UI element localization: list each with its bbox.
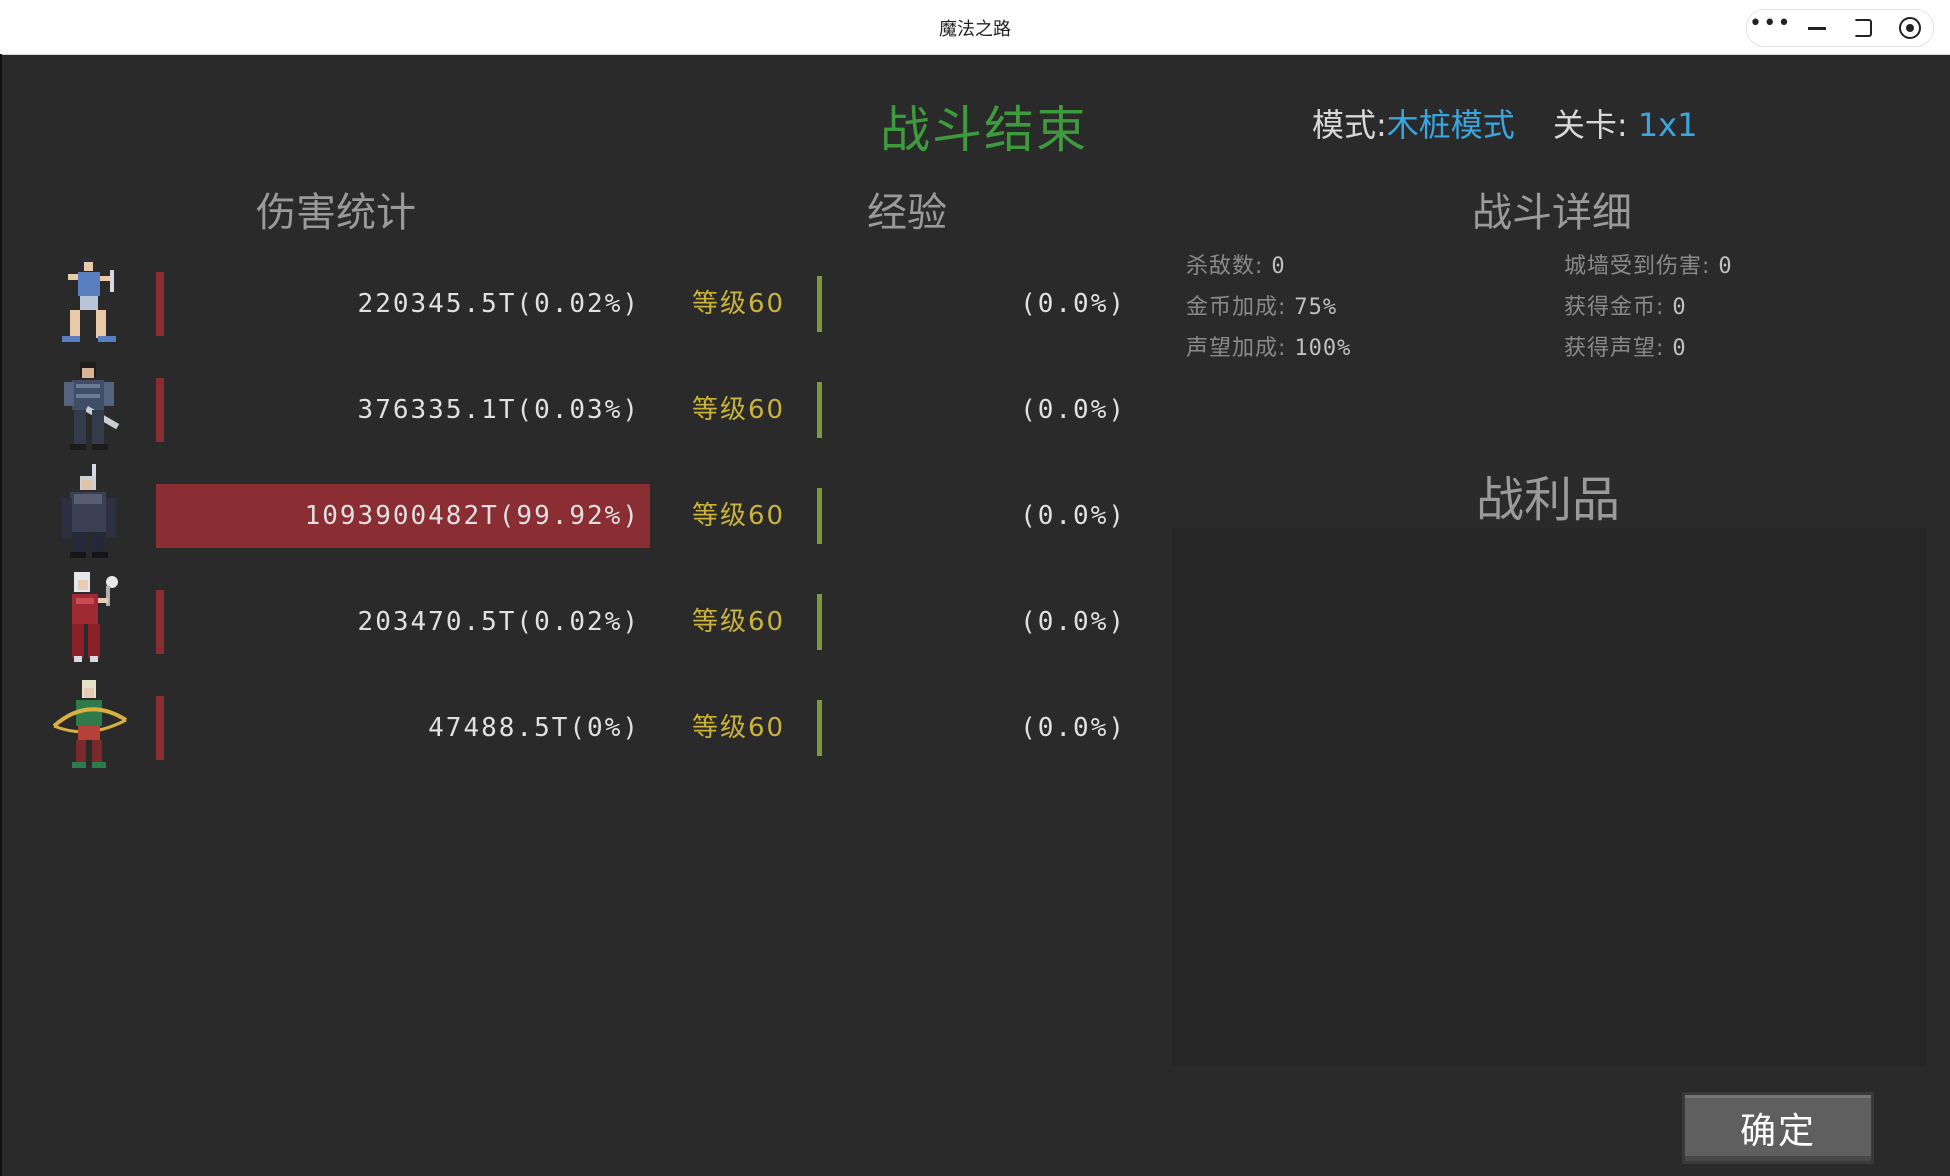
- level-label: 等级60: [692, 289, 786, 319]
- knight-icon: [64, 362, 120, 450]
- fame-gained-stat: 获得声望: 0: [1564, 330, 1687, 362]
- exp-value: (0.0%): [1020, 713, 1126, 743]
- level-label: 等级60: [692, 501, 786, 531]
- window-titlebar: 魔法之路 •••: [0, 0, 1950, 55]
- loot-panel: [1172, 528, 1926, 1066]
- close-target-icon[interactable]: [1892, 13, 1928, 43]
- wall-damage-label: 城墙受到伤害:: [1564, 254, 1711, 279]
- damage-stats-heading: 伤害统计: [256, 190, 416, 236]
- kills-stat: 杀敌数: 0: [1186, 248, 1286, 280]
- fame-bonus-stat: 声望加成: 100%: [1186, 330, 1351, 362]
- battle-details-heading: 战斗详细: [1472, 190, 1632, 236]
- gold-gained-stat: 获得金币: 0: [1564, 289, 1687, 321]
- damage-value: 376335.1T(0.03%): [357, 395, 640, 425]
- more-icon[interactable]: •••: [1749, 13, 1791, 43]
- hero-row: 203470.5T(0.02%) 等级60 (0.0%): [0, 566, 1150, 672]
- exp-value: (0.0%): [1020, 501, 1126, 531]
- mode-label: 模式:: [1312, 106, 1387, 144]
- damage-value: 47488.5T(0%): [428, 713, 640, 743]
- fame-gained-label: 获得声望:: [1564, 336, 1665, 361]
- exp-bar: [817, 276, 822, 332]
- confirm-button[interactable]: 确定: [1682, 1092, 1874, 1164]
- gold-gained-value: 0: [1672, 295, 1687, 320]
- level-label: 等级60: [692, 607, 786, 637]
- damage-value: 220345.5T(0.02%): [357, 289, 640, 319]
- level-label: 等级60: [692, 713, 786, 743]
- exp-bar: [817, 488, 822, 544]
- window-controls: •••: [1746, 9, 1934, 47]
- exp-bar: [817, 594, 822, 650]
- warrior-woman-icon: [62, 258, 116, 342]
- damage-value: 1093900482T(99.92%): [304, 501, 640, 531]
- gold-bonus-stat: 金币加成: 75%: [1186, 289, 1337, 321]
- hero-row: 1093900482T(99.92%) 等级60 (0.0%): [0, 460, 1150, 566]
- elf-archer-icon: [52, 680, 128, 768]
- hero-row: 376335.1T(0.03%) 等级60 (0.0%): [0, 354, 1150, 460]
- wall-damage-stat: 城墙受到伤害: 0: [1564, 248, 1733, 280]
- battle-end-title: 战斗结束: [880, 101, 1088, 159]
- exp-value: (0.0%): [1020, 607, 1126, 637]
- gold-gained-label: 获得金币:: [1564, 295, 1665, 320]
- fame-gained-value: 0: [1672, 336, 1687, 361]
- gold-bonus-value: 75%: [1294, 295, 1338, 320]
- kills-label: 杀敌数:: [1186, 254, 1264, 279]
- damage-value: 203470.5T(0.02%): [357, 607, 640, 637]
- loot-heading: 战利品: [1476, 472, 1621, 528]
- exp-value: (0.0%): [1020, 289, 1126, 319]
- exp-value: (0.0%): [1020, 395, 1126, 425]
- fame-bonus-label: 声望加成:: [1186, 336, 1287, 361]
- sorceress-icon: [72, 572, 118, 662]
- exp-bar: [817, 382, 822, 438]
- minimize-icon[interactable]: [1799, 13, 1835, 43]
- stage-label: 关卡:: [1552, 106, 1628, 144]
- mode-info: 模式:木桩模式 关卡: 1x1: [1312, 100, 1697, 146]
- fame-bonus-value: 100%: [1294, 336, 1352, 361]
- wall-damage-value: 0: [1718, 254, 1733, 279]
- restore-icon[interactable]: [1845, 13, 1881, 43]
- hero-row: 220345.5T(0.02%) 等级60 (0.0%): [0, 248, 1150, 354]
- window-title: 魔法之路: [939, 19, 1011, 40]
- exp-heading: 经验: [867, 190, 947, 236]
- gold-bonus-label: 金币加成:: [1186, 295, 1287, 320]
- kills-value: 0: [1271, 254, 1286, 279]
- hero-row: 47488.5T(0%) 等级60 (0.0%): [0, 672, 1150, 778]
- mode-value: 木桩模式: [1386, 106, 1515, 144]
- stage-value: 1x1: [1637, 106, 1698, 144]
- exp-bar: [817, 700, 822, 756]
- dark-swordsman-icon: [62, 464, 116, 558]
- level-label: 等级60: [692, 395, 786, 425]
